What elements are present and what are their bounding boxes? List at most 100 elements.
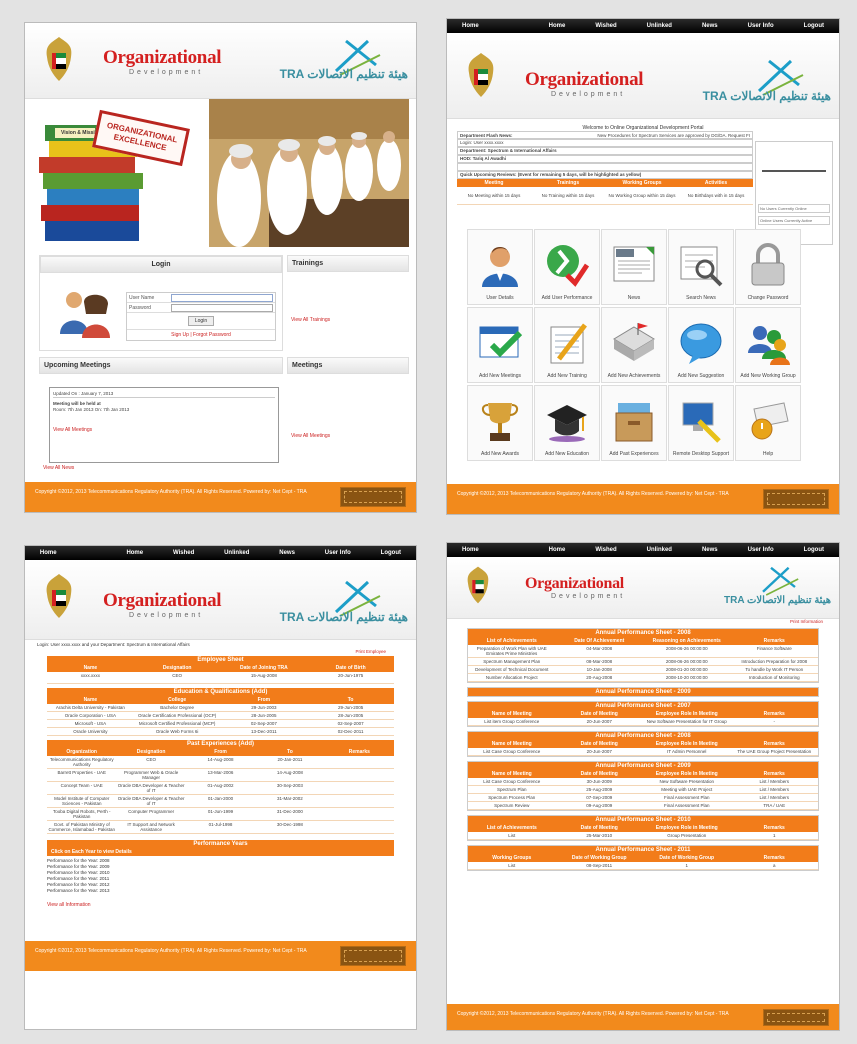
nav-news[interactable]: News: [702, 23, 718, 29]
top-navbar: Home Home Wished Unlinked News User Info…: [25, 546, 416, 560]
nav-logout[interactable]: Logout: [804, 547, 824, 553]
tile-change-password[interactable]: Change Password: [735, 229, 801, 305]
graduation-cap-icon: [547, 405, 587, 442]
nav-logout[interactable]: Logout: [804, 23, 824, 29]
tile-add-new-achievements[interactable]: Add New Achievements: [601, 307, 667, 383]
employee-content: Employee Sheet Name Designation Date of Jo…: [47, 656, 394, 908]
uae-emblem-icon: [467, 566, 489, 604]
tile-label: User Details: [486, 295, 514, 301]
col: Designation: [136, 749, 166, 755]
experiences-title[interactable]: Past Experiences (Add): [47, 740, 394, 748]
top-navbar: Home Home Wished Unlinked News User Info…: [447, 19, 839, 33]
tile-add-new-education[interactable]: Add New Education: [534, 385, 600, 461]
col: Name of Meeting: [491, 711, 532, 717]
upcoming-meetings-section: Upcoming Meetings Updated On : January 7…: [39, 357, 283, 471]
col-trainings: Trainings: [556, 180, 580, 186]
tdra-logo-text: TRA هيئة تنظيم الاتصالات: [702, 89, 831, 103]
meetings-scrollbox[interactable]: Updated On : January 7, 2013 Meeting wil…: [49, 387, 279, 463]
cell: 14-Aug-2008: [207, 757, 234, 762]
tile-remote-desktop-support[interactable]: Remote Desktop Support: [668, 385, 734, 461]
nav-home-left[interactable]: Home: [462, 547, 479, 553]
tile-add-past-experiences[interactable]: Add Past Experiences: [601, 385, 667, 461]
col: Date of Working Group: [571, 855, 627, 861]
meeting-photo: [209, 99, 409, 247]
trainings-section: Trainings View All Trainings: [287, 255, 409, 351]
tile-add-new-working-group[interactable]: Add New Working Group: [735, 307, 801, 383]
nav-unlinked[interactable]: Unlinked: [647, 23, 672, 29]
tile-add-new-suggestion[interactable]: Add New Suggestion: [668, 307, 734, 383]
tile-search-news[interactable]: Search News: [668, 229, 734, 305]
col: Remarks: [763, 825, 785, 831]
login-button[interactable]: Login: [187, 316, 215, 326]
table-row: Concept Team - UAE Oracle DBA Developer &…: [47, 782, 394, 795]
padlock-icon: [751, 243, 785, 286]
footer-text: Copyright ©2012, 2013 Telecommunications…: [457, 1011, 729, 1017]
edu-header: Name College From To: [47, 696, 394, 704]
view-all-news-link[interactable]: View All News: [43, 465, 74, 471]
col: Remarks: [348, 749, 370, 755]
nav-wished[interactable]: Wished: [595, 23, 616, 29]
nav-home[interactable]: Home: [549, 547, 566, 553]
cell: IT Support and Network Assistance: [127, 822, 175, 832]
sheet-title: Annual Performance Sheet - 2011: [468, 846, 818, 854]
cell: 30-Dec-1998: [276, 822, 303, 827]
cell: Oracle Certification Professional (OCP): [137, 713, 217, 718]
tile-user-details[interactable]: User Details: [467, 229, 533, 305]
cell: xxxx.xxxx: [80, 673, 100, 678]
cell: Final Assessment Plan: [663, 795, 710, 800]
brand-logo: Organizational Development: [103, 590, 222, 619]
cell: Final Assessment Plan: [663, 803, 710, 808]
nav-wished[interactable]: Wished: [173, 550, 194, 556]
password-label: Password: [129, 304, 151, 311]
nav-home[interactable]: Home: [126, 550, 143, 556]
print-employee-link[interactable]: Print Employee: [25, 649, 416, 654]
password-input[interactable]: [171, 303, 273, 312]
tile-add-new-meetings[interactable]: Add New Meetings: [467, 307, 533, 383]
brand-title: Organizational: [525, 69, 644, 90]
education-title[interactable]: Education & Qualifications (Add): [47, 688, 394, 696]
nav-logout[interactable]: Logout: [381, 550, 401, 556]
nav-user-info[interactable]: User Info: [748, 23, 774, 29]
tile-add-new-awards[interactable]: Add New Awards: [467, 385, 533, 461]
nav-home[interactable]: Home: [549, 23, 566, 29]
cell: 08-Sep-2011: [586, 863, 613, 868]
nav-wished[interactable]: Wished: [595, 547, 616, 553]
meeting-line: Room: 7th Jan 2013 On: 7th Jan 2013: [53, 407, 130, 412]
cell: The UAE Group Project Presentation: [737, 749, 812, 754]
col: College: [168, 697, 187, 703]
nav-unlinked[interactable]: Unlinked: [224, 550, 249, 556]
nav-home-left[interactable]: Home: [462, 23, 479, 29]
print-info-link[interactable]: Print Information: [447, 619, 839, 624]
username-input[interactable]: [171, 293, 273, 302]
tile-news[interactable]: News: [601, 229, 667, 305]
col: List of Achievements: [486, 638, 537, 644]
nav-user-info[interactable]: User Info: [748, 547, 774, 553]
tile-add-new-training[interactable]: Add New Training: [534, 307, 600, 383]
view-all-meetings-link[interactable]: View All Meetings: [291, 433, 330, 439]
cell: Spectrum Plan: [496, 787, 527, 792]
signup-forgot-links[interactable]: Sign Up | Forgot Password: [127, 330, 275, 340]
view-meetings-more[interactable]: View All Meetings: [53, 427, 275, 433]
table-row: Spectrum Review 09-Aug-2009 Final Assessme…: [468, 802, 818, 810]
tile-help[interactable]: Help: [735, 385, 801, 461]
view-all-info-link[interactable]: View all Information: [47, 902, 394, 908]
year-link[interactable]: Performance for the Year: 2013: [47, 888, 394, 894]
tile-label: News: [627, 295, 641, 301]
sheet-header: List of Achievements Date Of Achievement R…: [468, 637, 818, 645]
cell: 1: [772, 833, 776, 838]
brand-title: Organizational: [525, 575, 624, 592]
cell: [325, 821, 394, 833]
tile-label: Add New Awards: [481, 451, 519, 457]
col: Date of Meeting: [580, 771, 618, 777]
nav-news[interactable]: News: [279, 550, 295, 556]
nav-unlinked[interactable]: Unlinked: [647, 547, 672, 553]
nav-news[interactable]: News: [702, 547, 718, 553]
nav-home-left[interactable]: Home: [40, 550, 57, 556]
view-trainings-link[interactable]: View All Trainings: [291, 317, 330, 323]
table-row: Model Institute of Computer Sciences - P…: [47, 795, 394, 808]
cell: [325, 769, 394, 781]
nav-user-info[interactable]: User Info: [325, 550, 351, 556]
reviews-header: Meeting Trainings Working Groups Activit…: [457, 179, 753, 187]
tile-add-user-performance[interactable]: Add User Performance: [534, 229, 600, 305]
site-footer: Copyright ©2012, 2013 Telecommunications…: [25, 482, 416, 512]
